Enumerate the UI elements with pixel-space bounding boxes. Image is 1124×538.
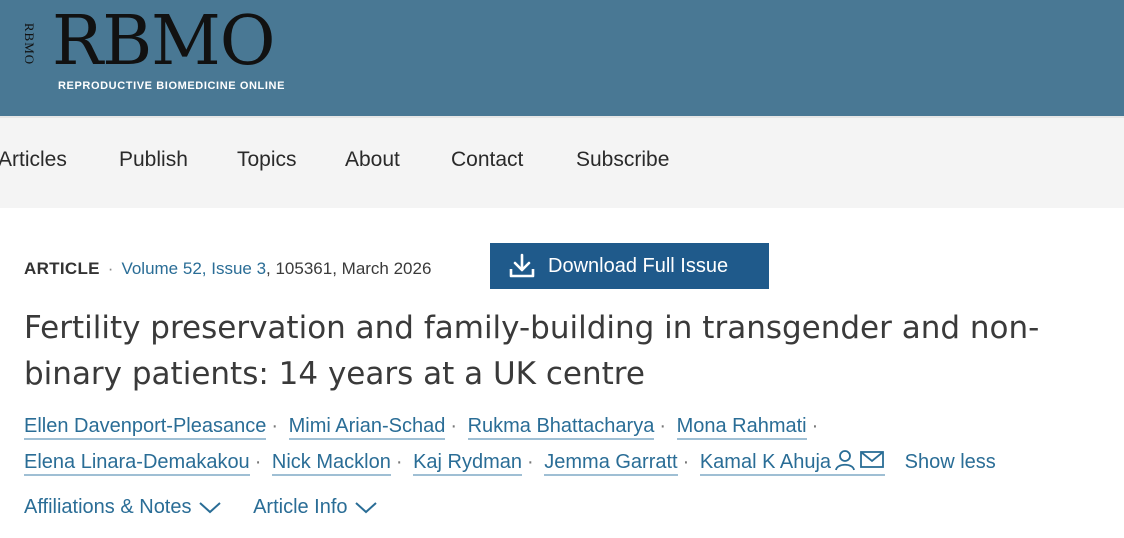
download-full-issue-button[interactable]: Download Full Issue — [490, 243, 769, 289]
article-info-label: Article Info — [253, 496, 348, 518]
author-link[interactable]: Ellen Davenport-Pleasance — [24, 415, 267, 440]
author-separator: · — [527, 451, 534, 473]
author-separator: · — [450, 415, 457, 437]
author-link[interactable]: Kaj Rydman — [413, 451, 523, 476]
article-type: ARTICLE — [24, 259, 100, 278]
nav-topics[interactable]: Topics — [237, 148, 297, 172]
site-logo[interactable]: RBMO — [52, 4, 276, 80]
site-logo-subtitle: REPRODUCTIVE BIOMEDICINE ONLINE — [58, 80, 286, 92]
author-link[interactable]: Mimi Arian-Schad — [288, 415, 446, 440]
author-separator: · — [659, 415, 666, 437]
author-separator: · — [682, 451, 690, 473]
affiliations-label: Affiliations & Notes — [24, 496, 192, 518]
chevron-down-icon — [354, 502, 377, 514]
nav-about[interactable]: About — [345, 148, 400, 172]
author-separator: · — [811, 415, 819, 437]
author-separator: · — [271, 415, 279, 437]
author-link[interactable]: Mona Rahmati — [676, 415, 807, 440]
logo-vertical-text: RBMO — [22, 22, 37, 66]
download-icon — [509, 253, 535, 278]
nav-publish[interactable]: Publish — [119, 148, 188, 172]
article-info-toggle[interactable]: Article Info — [253, 496, 377, 519]
nav-contact[interactable]: Contact — [451, 148, 523, 172]
nav-articles[interactable]: Articles — [0, 148, 67, 172]
main-navigation: Articles Publish Topics About Contact Su… — [0, 116, 1124, 208]
corresponding-author-link[interactable]: Kamal K Ahuja — [699, 450, 886, 476]
person-icon — [835, 450, 855, 471]
author-link[interactable]: Jemma Garratt — [544, 451, 678, 476]
author-link[interactable]: Elena Linara-Demakakou — [24, 451, 250, 476]
author-link[interactable]: Nick Macklon — [271, 451, 391, 476]
article-meta-details: , 105361, March 2026 — [266, 259, 432, 278]
author-separator: · — [395, 451, 403, 473]
site-header-banner: RBMO RBMO REPRODUCTIVE BIOMEDICINE ONLIN… — [0, 0, 1124, 116]
email-icon — [860, 451, 884, 468]
download-button-label: Download Full Issue — [548, 254, 729, 277]
article-info-toggles: Affiliations & Notes Article Info — [24, 496, 404, 519]
author-link[interactable]: Rukma Bhattacharya — [467, 415, 655, 440]
author-name: Kamal K Ahuja — [699, 451, 832, 473]
show-less-button[interactable]: Show less — [905, 451, 996, 473]
volume-issue-link[interactable]: Volume 52, Issue 3 — [121, 259, 266, 278]
author-list: Ellen Davenport-Pleasance · Mimi Arian-Sc… — [24, 408, 1114, 483]
affiliations-notes-toggle[interactable]: Affiliations & Notes — [24, 496, 222, 519]
meta-separator: · — [107, 259, 114, 278]
article-meta: ARTICLE · Volume 52, Issue 3, 105361, Marc… — [24, 259, 431, 279]
chevron-down-icon — [198, 502, 221, 514]
nav-subscribe[interactable]: Subscribe — [576, 148, 669, 172]
author-separator: · — [254, 451, 262, 473]
article-title: Fertility preservation and family-buildi… — [24, 310, 1040, 392]
